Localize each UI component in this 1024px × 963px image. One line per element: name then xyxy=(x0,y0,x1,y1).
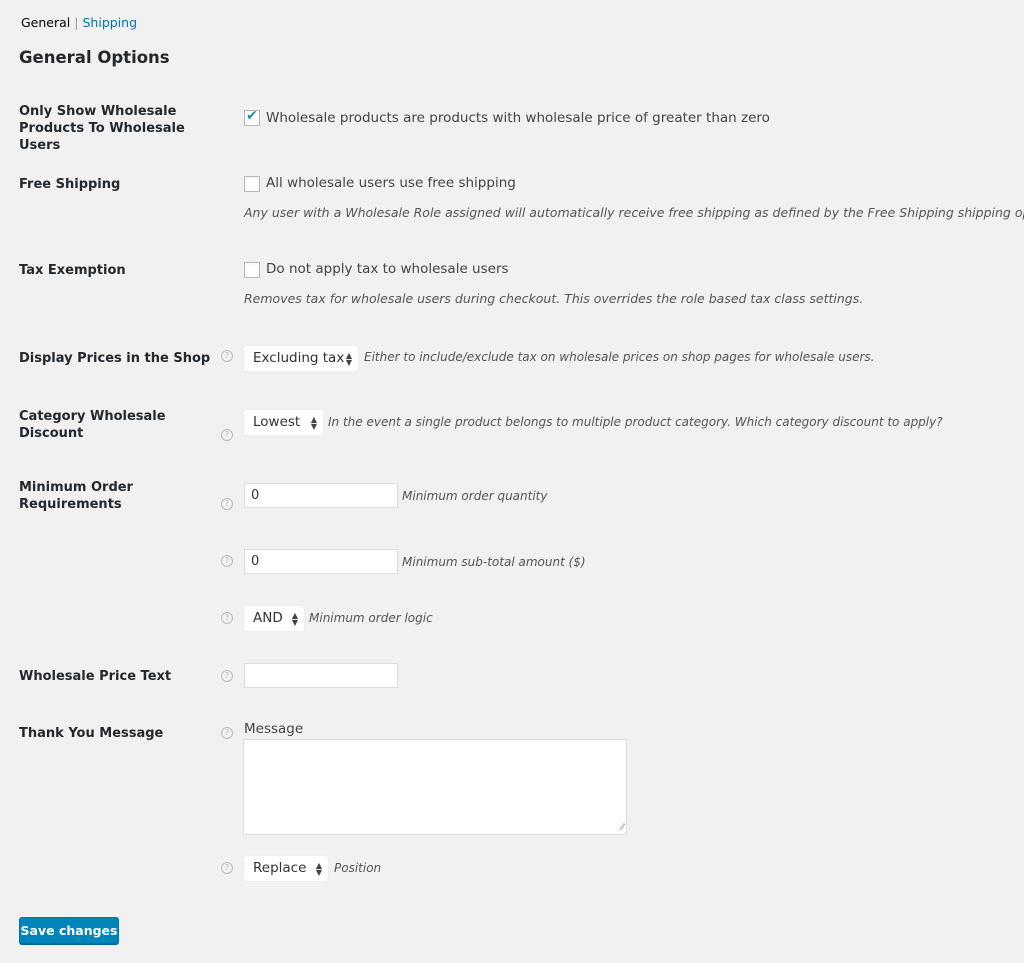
min-order-quantity-description: Minimum order quantity xyxy=(402,489,548,503)
tax-exemption-checkbox-label[interactable]: Do not apply tax to wholesale users xyxy=(266,261,509,277)
display-prices-description: Either to include/exclude tax on wholesa… xyxy=(364,350,875,364)
category-discount-select[interactable]: Lowest ▲ ▼ xyxy=(244,410,323,435)
price-text-label: Wholesale Price Text xyxy=(19,669,172,684)
select-arrows-icon: ▲ ▼ xyxy=(310,415,317,431)
min-order-subtotal-description: Minimum sub-total amount ($) xyxy=(402,555,586,569)
position-description: Position xyxy=(334,861,382,875)
help-icon[interactable]: ? xyxy=(221,498,233,510)
help-icon[interactable]: ? xyxy=(221,862,233,874)
display-prices-select[interactable]: Excluding tax ▲ ▼ xyxy=(244,346,358,371)
help-icon[interactable]: ? xyxy=(221,727,233,739)
select-arrows-icon: ▲ ▼ xyxy=(315,861,322,877)
min-order-subtotal-input[interactable]: 0 xyxy=(244,549,398,574)
nav-shipping-link[interactable]: Shipping xyxy=(82,15,137,30)
only-show-checkbox-label[interactable]: Wholesale products are products with who… xyxy=(266,110,770,126)
help-icon[interactable]: ? xyxy=(221,429,233,441)
nav-separator: | xyxy=(74,15,79,30)
free-shipping-label: Free Shipping xyxy=(19,177,121,192)
min-order-logic-value: AND xyxy=(253,610,283,626)
min-order-quantity-input[interactable]: 0 xyxy=(244,483,398,508)
help-icon[interactable]: ? xyxy=(221,555,233,567)
select-arrows-icon: ▲ ▼ xyxy=(345,351,352,367)
help-icon[interactable]: ? xyxy=(221,670,233,682)
thank-you-label: Thank You Message xyxy=(19,726,164,741)
free-shipping-description: Any user with a Wholesale Role assigned … xyxy=(244,205,1024,220)
position-value: Replace xyxy=(253,860,307,876)
free-shipping-checkbox-label[interactable]: All wholesale users use free shipping xyxy=(266,175,516,191)
position-select[interactable]: Replace ▲ ▼ xyxy=(244,856,328,881)
only-show-checkbox[interactable]: ✔ xyxy=(244,108,260,126)
tax-exemption-label: Tax Exemption xyxy=(19,263,126,278)
page-title: General Options xyxy=(19,48,170,67)
tax-exemption-description: Removes tax for wholesale users during c… xyxy=(244,291,864,306)
min-order-label: Minimum Order Requirements xyxy=(19,480,133,512)
save-changes-button[interactable]: Save changes xyxy=(19,917,119,944)
min-order-logic-description: Minimum order logic xyxy=(309,611,433,625)
category-discount-value: Lowest xyxy=(253,414,301,430)
subsubsub-nav: General | Shipping xyxy=(21,15,137,30)
price-text-input[interactable] xyxy=(244,663,398,688)
help-icon[interactable]: ? xyxy=(221,612,233,624)
display-prices-label: Display Prices in the Shop xyxy=(19,351,211,366)
resize-grip-icon[interactable]: ⁄⁄ xyxy=(621,823,624,833)
free-shipping-checkbox[interactable] xyxy=(244,176,260,192)
only-show-label: Only Show Wholesale Products To Wholesal… xyxy=(19,104,185,153)
nav-general-current[interactable]: General xyxy=(21,15,70,30)
help-icon[interactable]: ? xyxy=(221,350,233,362)
display-prices-value: Excluding tax xyxy=(253,350,345,366)
tax-exemption-checkbox[interactable] xyxy=(244,262,260,278)
thank-you-message-textarea[interactable]: ⁄⁄ xyxy=(243,739,627,835)
check-icon: ✔ xyxy=(246,108,258,124)
min-order-logic-select[interactable]: AND ▲ ▼ xyxy=(244,606,304,631)
category-discount-description: In the event a single product belongs to… xyxy=(328,415,943,429)
message-label: Message xyxy=(244,721,304,737)
select-arrows-icon: ▲ ▼ xyxy=(291,611,298,627)
category-discount-label: Category Wholesale Discount xyxy=(19,409,166,441)
